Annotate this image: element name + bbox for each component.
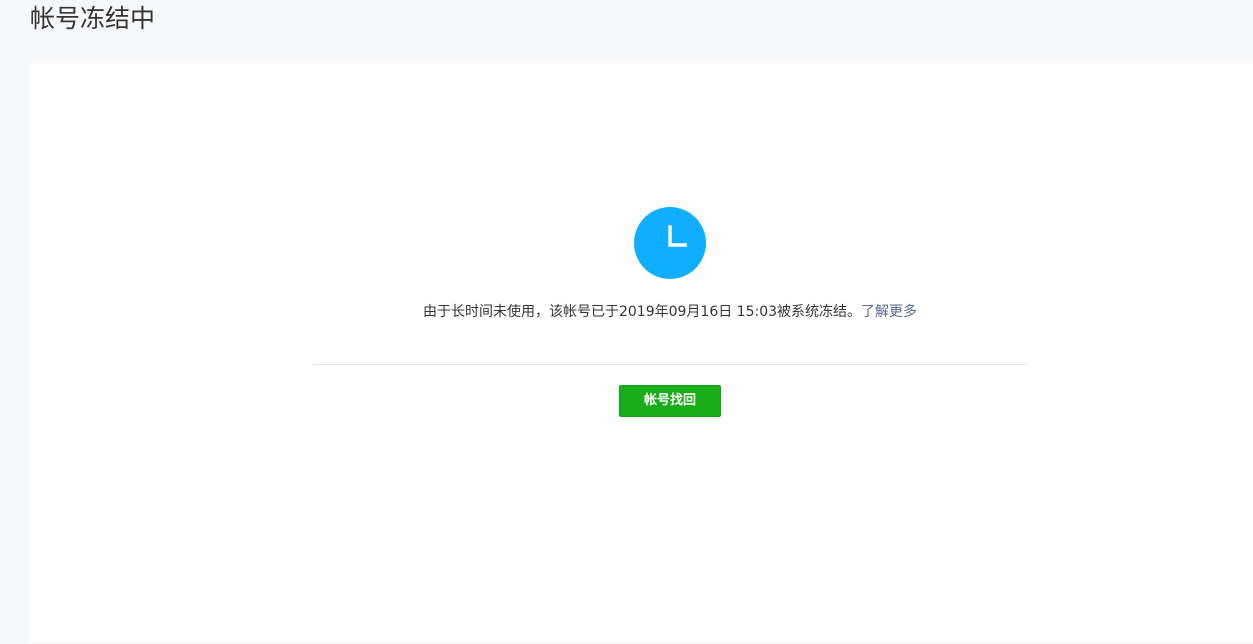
account-recovery-button[interactable]: 帐号找回 (619, 385, 721, 417)
divider (313, 364, 1027, 365)
clock-icon (634, 207, 706, 279)
page-title: 帐号冻结中 (30, 4, 156, 33)
content-card: 由于长时间未使用，该帐号已于2019年09月16日 15:03被系统冻结。了解更… (30, 62, 1253, 642)
freeze-notice: 由于长时间未使用，该帐号已于2019年09月16日 15:03被系统冻结。了解更… (313, 302, 1027, 322)
freeze-message: 由于长时间未使用，该帐号已于2019年09月16日 15:03被系统冻结。 (422, 304, 862, 320)
learn-more-link[interactable]: 了解更多 (861, 304, 917, 320)
